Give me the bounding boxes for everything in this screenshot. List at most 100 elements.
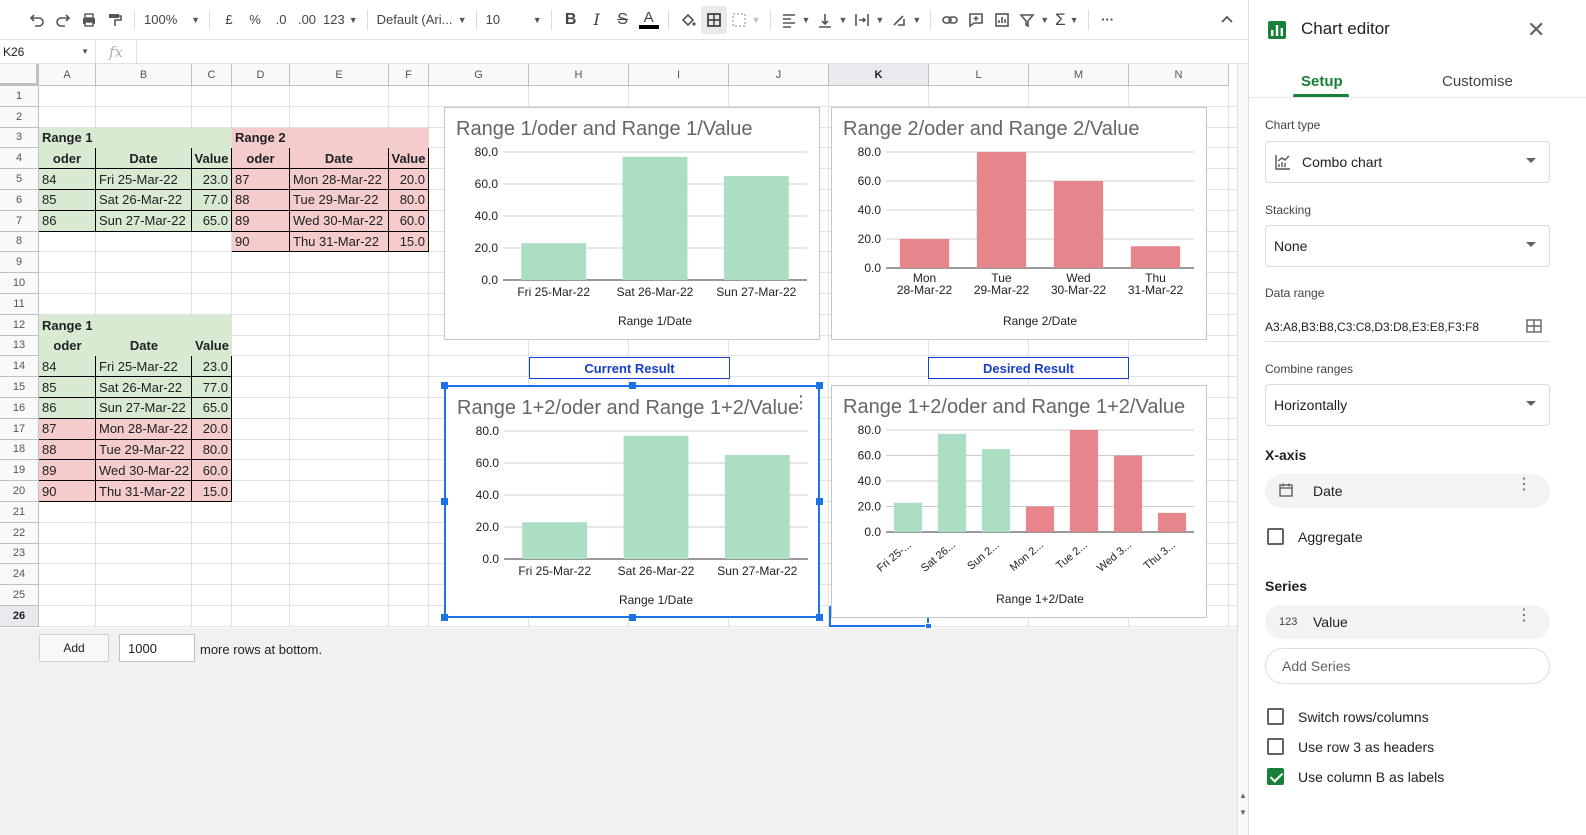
cell[interactable] [192,127,232,149]
data-cell[interactable]: Fri 25-Mar-22 [96,356,192,378]
column-header-m[interactable]: M [1029,64,1129,86]
row-header-16[interactable]: 16 [0,398,39,419]
data-cell[interactable]: 86 [39,398,96,419]
functions-icon[interactable]: Σ ▼ [1052,6,1081,34]
rows-count-input[interactable]: 1000 [119,634,195,662]
row-header-1[interactable]: 1 [0,86,39,107]
column-header-k[interactable]: K [829,64,929,86]
scroll-down-icon[interactable]: ▼ [1239,808,1247,817]
column-header-a[interactable]: A [39,64,96,86]
data-range-field[interactable]: A3:A8,B3:B8,C3:C8,D3:D8,E3:E8,F3:F8 [1265,312,1550,342]
resize-handle[interactable] [816,498,823,505]
switch-rows-columns-checkbox[interactable]: Switch rows/columns [1267,708,1429,725]
column-header-e[interactable]: E [290,64,389,86]
insert-chart-icon[interactable] [989,6,1015,34]
text-color-icon[interactable]: A [636,6,662,34]
strikethrough-icon[interactable]: S [610,6,636,34]
data-cell[interactable]: 20.0 [192,418,232,440]
more-formats-select[interactable]: 123 ▼ [320,6,361,34]
data-cell[interactable]: Tue 29-Mar-22 [96,439,192,461]
data-cell[interactable]: 80.0 [389,190,429,211]
data-cell[interactable]: Wed 30-Mar-22 [96,460,192,482]
cell[interactable] [290,127,389,149]
data-cell[interactable]: 80.0 [192,439,232,461]
formula-input[interactable] [136,39,1248,64]
data-cell[interactable]: Fri 25-Mar-22 [96,169,192,190]
zoom-select[interactable]: 100% ▼ [141,6,203,34]
use-colb-labels-checkbox[interactable]: Use column B as labels [1267,768,1444,785]
header-cell[interactable]: oder [39,335,96,357]
data-cell[interactable]: 15.0 [192,481,232,502]
vertical-align-icon[interactable]: ▼ [813,6,850,34]
row-header-25[interactable]: 25 [0,585,39,606]
x-axis-chip[interactable]: Date ⋮ [1265,474,1550,508]
merge-cells-icon[interactable]: ▼ [727,6,764,34]
data-cell[interactable]: 65.0 [192,398,232,419]
resize-handle[interactable] [629,614,636,621]
filter-icon[interactable]: ▼ [1015,6,1052,34]
aggregate-checkbox[interactable]: Aggregate [1267,528,1363,545]
header-cell[interactable]: Value [192,335,232,357]
row-header-12[interactable]: 12 [0,314,39,336]
chart-current-result[interactable]: 0.0 20.0 40.0 60.0 80.0 Fri 25-Mar-22 Sat 26-M… [444,385,820,618]
row-header-5[interactable]: 5 [0,169,39,190]
row-header-19[interactable]: 19 [0,460,39,482]
column-header-n[interactable]: N [1129,64,1229,86]
resize-handle[interactable] [441,498,448,505]
data-cell[interactable]: Sun 27-Mar-22 [96,398,192,419]
cell[interactable] [389,127,429,149]
paint-format-icon[interactable] [102,6,128,34]
select-all-corner[interactable] [0,64,39,86]
data-cell[interactable]: 88 [39,439,96,461]
close-icon[interactable]: ✕ [1527,19,1545,41]
data-cell[interactable]: Sat 26-Mar-22 [96,377,192,398]
row-header-6[interactable]: 6 [0,190,39,211]
italic-icon[interactable]: I [584,6,610,34]
data-cell[interactable]: Wed 30-Mar-22 [290,210,389,232]
data-cell[interactable]: 84 [39,356,96,378]
more-vert-icon[interactable]: ⋮ [1516,477,1532,493]
column-header-d[interactable]: D [232,64,290,86]
row-header-15[interactable]: 15 [0,377,39,398]
row-header-18[interactable]: 18 [0,439,39,461]
column-header-h[interactable]: H [529,64,629,86]
data-cell[interactable]: 60.0 [389,210,429,232]
font-select[interactable]: Default (Ari... ▼ [374,6,470,34]
row-header-7[interactable]: 7 [0,210,39,232]
data-cell[interactable]: Mon 28-Mar-22 [96,418,192,440]
decrease-decimal-button[interactable]: .0 [268,6,294,34]
column-header-l[interactable]: L [929,64,1029,86]
chart-desired-result[interactable]: 0.0 20.0 40.0 60.0 80.0 Fri 25-... Sat 26... Su… [831,385,1207,618]
add-rows-button[interactable]: Add [39,634,109,662]
data-cell[interactable]: 85 [39,190,96,211]
header-cell[interactable]: oder [232,148,290,170]
row-header-8[interactable]: 8 [0,231,39,253]
more-options-icon[interactable]: ··· [1095,6,1121,34]
resize-handle[interactable] [816,614,823,621]
header-cell[interactable]: Value [192,148,232,170]
range1-title-cell[interactable]: Range 1 [39,127,96,149]
header-cell[interactable]: oder [39,148,96,170]
row-header-20[interactable]: 20 [0,481,39,502]
row-header-17[interactable]: 17 [0,418,39,440]
row-header-14[interactable]: 14 [0,356,39,378]
column-header-j[interactable]: J [729,64,829,86]
insert-comment-icon[interactable] [963,6,989,34]
column-header-b[interactable]: B [96,64,192,86]
resize-handle[interactable] [816,382,823,389]
name-box[interactable]: K26 ▼ [0,39,96,64]
redo-icon[interactable] [50,6,76,34]
data-cell[interactable]: 84 [39,169,96,190]
tab-setup[interactable]: Setup [1301,73,1343,90]
data-cell[interactable]: 90 [39,481,96,502]
data-cell[interactable]: 90 [232,231,290,253]
data-cell[interactable]: 88 [232,190,290,211]
data-cell[interactable]: Tue 29-Mar-22 [290,190,389,211]
tab-customise[interactable]: Customise [1442,73,1513,90]
cell[interactable] [96,127,192,149]
column-header-f[interactable]: F [389,64,429,86]
percent-format-button[interactable]: % [242,6,268,34]
data-cell[interactable]: 87 [39,418,96,440]
text-wrap-icon[interactable]: ▼ [850,6,887,34]
align-left-icon[interactable]: ▼ [777,6,814,34]
